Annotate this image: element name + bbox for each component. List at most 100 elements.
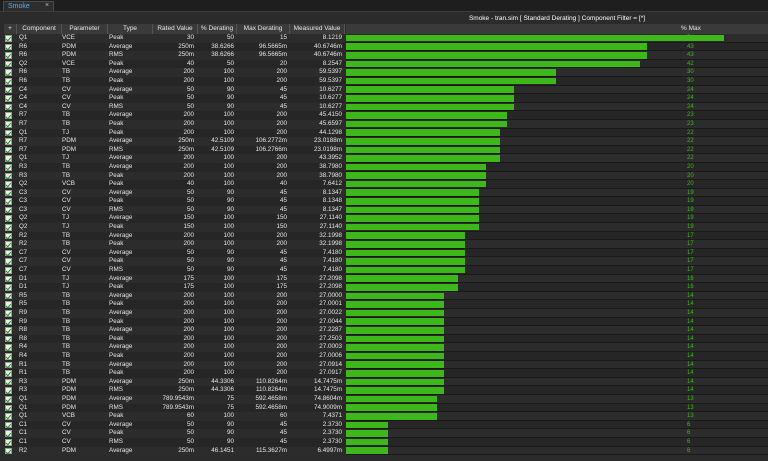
row-checkbox[interactable] (5, 378, 12, 386)
table-row[interactable]: D1 TJ Average 175 100 175 27.2098 (4, 274, 345, 284)
table-row[interactable]: R7 PDM RMS 250m 42.5109 106.2766m 23.0198m (4, 145, 345, 155)
table-row[interactable]: R7 TB Peak 200 100 200 45.6597 (4, 119, 345, 129)
row-checkbox[interactable] (5, 35, 12, 42)
row-checkbox[interactable] (5, 69, 12, 76)
row-checkbox[interactable] (5, 181, 12, 188)
table-row[interactable]: R9 TB Peak 200 100 200 27.0044 (4, 317, 345, 327)
table-row[interactable]: C3 CV RMS 50 90 45 8.1347 (4, 205, 345, 215)
table-row[interactable]: R8 TB Average 200 100 200 27.2287 (4, 326, 345, 335)
row-checkbox[interactable] (5, 318, 12, 326)
table-row[interactable]: C4 CV Average 50 90 45 10.6277 (4, 85, 345, 95)
table-row[interactable]: R5 TB Average 200 100 200 27.0000 (4, 291, 345, 301)
row-checkbox[interactable] (5, 395, 12, 403)
row-checkbox[interactable] (5, 421, 12, 429)
table-row[interactable]: Q2 TJ Average 150 100 150 27.1140 (4, 214, 345, 224)
table-row[interactable]: R5 TB Peak 200 100 200 27.0001 (4, 300, 345, 309)
row-checkbox[interactable] (5, 335, 12, 343)
row-checkbox[interactable] (5, 258, 12, 266)
table-row[interactable]: R7 PDM Average 250m 42.5109 106.2772m 23.0188m (4, 137, 345, 146)
table-row[interactable]: R6 TB Average 200 100 200 59.5397 (4, 68, 345, 77)
table-row[interactable]: R3 PDM Average 250m 44.3306 110.8264m 14.7475m (4, 377, 345, 387)
table-row[interactable]: Q1 PDM RMS 789.9543m 75 592.4658m 74.9009m (4, 403, 345, 413)
row-checkbox[interactable] (5, 361, 12, 369)
row-checkbox[interactable] (5, 138, 12, 145)
table-row[interactable]: R9 TB Average 200 100 200 27.0022 (4, 309, 345, 318)
table-row[interactable]: R7 TB Average 200 100 200 45.4150 (4, 111, 345, 120)
table-row[interactable]: Q1 TJ Peak 200 100 200 44.1298 (4, 128, 345, 138)
row-checkbox[interactable] (5, 215, 12, 223)
row-checkbox[interactable] (5, 387, 12, 394)
row-checkbox[interactable] (5, 52, 12, 59)
table-row[interactable]: R6 PDM RMS 250m 38.6266 96.5665m 40.6746m (4, 51, 345, 60)
table-row[interactable]: R8 TB Peak 200 100 200 27.2503 (4, 334, 345, 344)
row-checkbox[interactable] (5, 43, 12, 51)
table-row[interactable]: R2 PDM Average 250m 46.1451 115.3627m 6.4997m (4, 446, 345, 456)
table-row[interactable]: R3 TB Average 200 100 200 38.7980 (4, 162, 345, 172)
table-row[interactable]: Q2 TJ Peak 150 100 150 27.1140 (4, 223, 345, 232)
row-checkbox[interactable] (5, 301, 12, 308)
row-checkbox[interactable] (5, 198, 12, 205)
table-row[interactable]: R4 TB Peak 200 100 200 27.0006 (4, 351, 345, 361)
row-checkbox[interactable] (5, 241, 12, 248)
table-row[interactable]: Q1 VCB Peak 60 100 60 7.4371 (4, 412, 345, 421)
row-checkbox[interactable] (5, 370, 12, 377)
row-checkbox[interactable] (5, 77, 12, 85)
row-checkbox[interactable] (5, 146, 12, 154)
column-header-parameter[interactable]: Parameter (62, 24, 108, 34)
row-checkbox[interactable] (5, 310, 12, 317)
row-checkbox[interactable] (5, 275, 12, 283)
row-checkbox[interactable] (5, 404, 12, 412)
column-header-pct-max[interactable]: % Max (346, 24, 768, 34)
row-checkbox[interactable] (5, 284, 12, 291)
table-row[interactable]: Q1 VCE Peak 30 50 15 8.1219 (4, 34, 345, 43)
table-row[interactable]: C3 CV Peak 50 90 45 8.1348 (4, 197, 345, 206)
row-checkbox[interactable] (5, 172, 12, 180)
row-checkbox[interactable] (5, 327, 12, 334)
row-checkbox[interactable] (5, 344, 12, 351)
table-row[interactable]: R4 TB Average 200 100 200 27.0003 (4, 343, 345, 352)
table-row[interactable]: R2 TB Peak 200 100 200 32.1998 (4, 240, 345, 249)
table-row[interactable]: R2 TB Average 200 100 200 32.1998 (4, 231, 345, 241)
row-checkbox[interactable] (5, 447, 12, 455)
table-row[interactable]: Q2 VCB Peak 40 100 40 7.6412 (4, 180, 345, 189)
table-row[interactable]: Q1 PDM Average 789.9543m 75 592.4658m 74.8604m (4, 394, 345, 404)
column-header-type[interactable]: Type (108, 24, 153, 34)
close-icon[interactable]: × (45, 2, 49, 9)
table-row[interactable]: C3 CV Average 50 90 45 8.1347 (4, 188, 345, 198)
row-checkbox[interactable] (5, 155, 12, 162)
row-checkbox[interactable] (5, 86, 12, 94)
column-header-rated-value[interactable]: Rated Value (153, 24, 198, 34)
row-checkbox[interactable] (5, 189, 12, 197)
table-row[interactable]: C4 CV RMS 50 90 45 10.6277 (4, 102, 345, 112)
table-row[interactable]: C1 CV Peak 50 90 45 2.3730 (4, 429, 345, 438)
table-row[interactable]: C7 CV RMS 50 90 45 7.4180 (4, 266, 345, 275)
row-checkbox[interactable] (5, 267, 12, 274)
row-checkbox[interactable] (5, 430, 12, 437)
row-checkbox[interactable] (5, 163, 12, 171)
table-row[interactable]: R1 TB Average 200 100 200 27.0914 (4, 360, 345, 370)
table-row[interactable]: R3 TB Peak 200 100 200 38.7980 (4, 171, 345, 181)
column-header-derating[interactable]: % Derating (198, 24, 237, 34)
row-checkbox[interactable] (5, 206, 12, 214)
table-row[interactable]: D1 TJ Peak 175 100 175 27.2098 (4, 283, 345, 292)
row-checkbox[interactable] (5, 224, 12, 231)
row-checkbox[interactable] (5, 103, 12, 111)
row-checkbox[interactable] (5, 438, 12, 446)
table-row[interactable]: R6 TB Peak 200 100 200 59.5397 (4, 76, 345, 86)
table-row[interactable]: C7 CV Peak 50 90 45 7.4180 (4, 257, 345, 267)
column-header-measured-value[interactable]: Measured Value (290, 24, 345, 34)
row-checkbox[interactable] (5, 352, 12, 360)
tab-smoke[interactable]: Smoke × (3, 1, 54, 11)
table-row[interactable]: Q2 VCE Peak 40 50 20 8.2547 (4, 59, 345, 69)
expand-all-button[interactable]: + (4, 24, 17, 34)
table-row[interactable]: R6 PDM Average 250m 38.6266 96.5665m 40.6746m (4, 42, 345, 52)
row-checkbox[interactable] (5, 232, 12, 240)
row-checkbox[interactable] (5, 112, 12, 119)
row-checkbox[interactable] (5, 292, 12, 300)
table-row[interactable]: R3 PDM RMS 250m 44.3306 110.8264m 14.7475m (4, 386, 345, 395)
row-checkbox[interactable] (5, 60, 12, 68)
table-row[interactable]: R1 TB Peak 200 100 200 27.0917 (4, 369, 345, 378)
table-row[interactable]: Q1 TJ Average 200 100 200 43.3952 (4, 154, 345, 163)
table-row[interactable]: C7 CV Average 50 90 45 7.4180 (4, 248, 345, 258)
table-row[interactable]: C1 CV Average 50 90 45 2.3730 (4, 420, 345, 430)
